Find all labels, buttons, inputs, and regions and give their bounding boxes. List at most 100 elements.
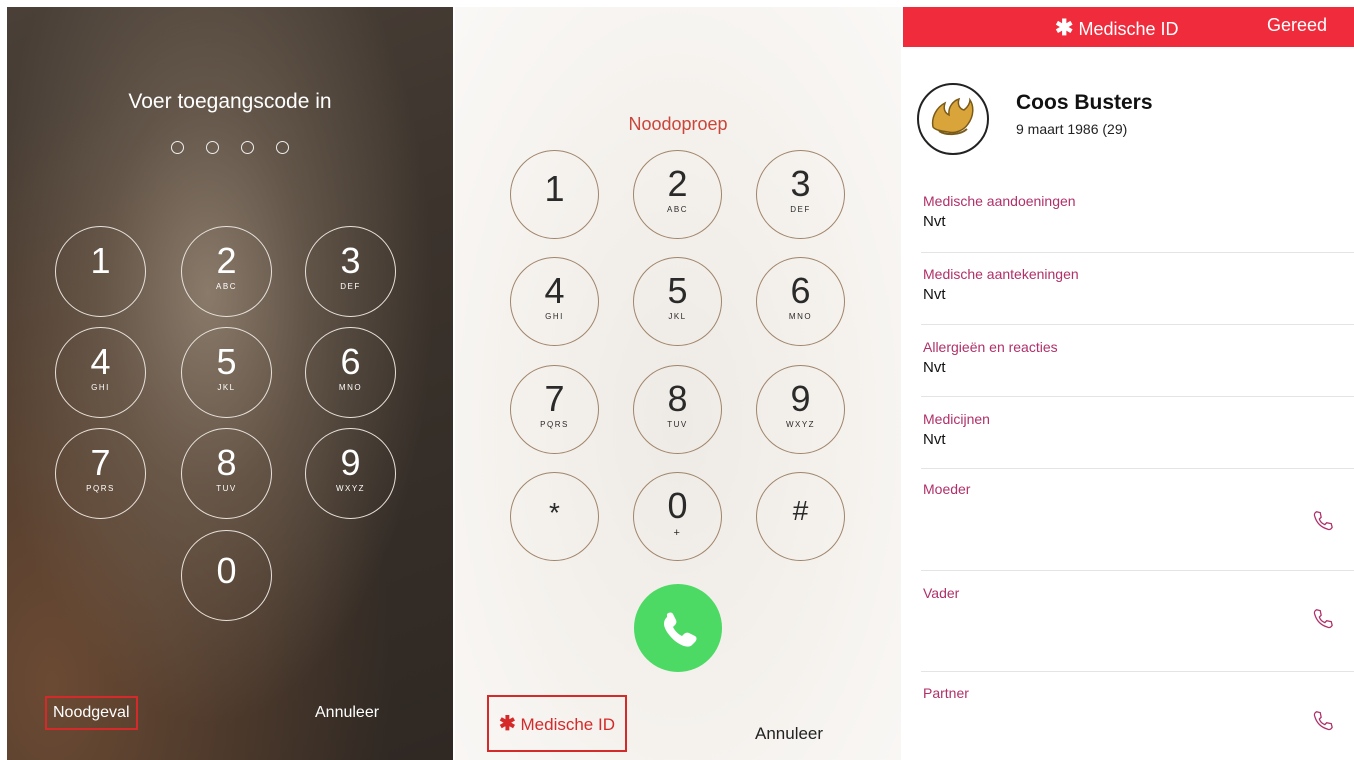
key-letters: TUV — [667, 420, 688, 429]
header-title: ✱ Medische ID — [1055, 15, 1179, 41]
key-digit: 2 — [216, 240, 237, 281]
dial-key-6[interactable]: 6 MNO — [756, 257, 845, 346]
keypad-key-3[interactable]: 3 DEF — [305, 226, 396, 317]
keypad-key-7[interactable]: 7 PQRS — [55, 428, 146, 519]
dial-key-star[interactable]: * — [510, 472, 599, 561]
section-allergies: Allergieën en reacties Nvt — [923, 339, 1354, 376]
emergency-button[interactable]: Noodgeval — [45, 696, 138, 730]
dial-key-5[interactable]: 5 JKL — [633, 257, 722, 346]
dial-key-9[interactable]: 9 WXYZ — [756, 365, 845, 454]
dial-key-hash[interactable]: # — [756, 472, 845, 561]
key-letters: WXYZ — [785, 420, 816, 429]
asterisk-icon: ✱ — [499, 713, 516, 735]
medical-id-panel: ✱ Medische ID Gereed Coos Busters 9 maar… — [903, 7, 1354, 760]
key-digit: 4 — [544, 270, 565, 311]
keypad-key-8[interactable]: 8 TUV — [181, 428, 272, 519]
key-digit: * — [549, 497, 560, 528]
dial-key-0[interactable]: 0 + — [633, 472, 722, 561]
divider — [921, 570, 1354, 571]
section-conditions: Medische aandoeningen Nvt — [923, 193, 1354, 230]
dial-key-1[interactable]: 1 — [510, 150, 599, 239]
dial-key-7[interactable]: 7 PQRS — [510, 365, 599, 454]
keypad-key-5[interactable]: 5 JKL — [181, 327, 272, 418]
section-value: Nvt — [923, 286, 946, 303]
key-digit: 0 — [216, 550, 237, 591]
keypad-key-0[interactable]: 0 — [181, 530, 272, 621]
key-digit: 8 — [216, 442, 237, 483]
profile-birthdate: 9 maart 1986 (29) — [1016, 121, 1128, 137]
key-digit: 6 — [340, 341, 361, 382]
key-digit: 8 — [667, 378, 688, 419]
asterisk-icon: ✱ — [1055, 15, 1074, 40]
section-notes: Medische aantekeningen Nvt — [923, 266, 1354, 303]
passcode-dot — [241, 141, 254, 154]
key-letters: JKL — [217, 383, 236, 392]
profile-name: Coos Busters — [1016, 91, 1153, 114]
dial-key-8[interactable]: 8 TUV — [633, 365, 722, 454]
key-letters: PQRS — [540, 420, 569, 429]
phone-icon — [664, 612, 697, 647]
passcode-dots — [7, 141, 453, 159]
medical-id-button[interactable]: ✱ Medische ID — [487, 695, 627, 752]
key-digit: 7 — [90, 442, 111, 483]
contact-mother[interactable]: Moeder — [923, 481, 1354, 497]
key-letters: + — [673, 527, 682, 539]
key-letters: DEF — [790, 205, 811, 214]
phone-icon[interactable] — [1312, 509, 1334, 531]
section-medications: Medicijnen Nvt — [923, 411, 1354, 448]
key-letters: WXYZ — [335, 484, 366, 493]
key-digit: 9 — [340, 442, 361, 483]
divider — [921, 396, 1354, 397]
divider — [921, 324, 1354, 325]
keypad-key-9[interactable]: 9 WXYZ — [305, 428, 396, 519]
key-letters: MNO — [788, 312, 813, 321]
key-digit: 1 — [90, 240, 111, 281]
keypad-key-4[interactable]: 4 GHI — [55, 327, 146, 418]
cancel-button[interactable]: Annuleer — [315, 696, 379, 730]
keypad-key-1[interactable]: 1 — [55, 226, 146, 317]
emblem-icon — [931, 97, 974, 136]
key-digit: # — [792, 495, 809, 526]
call-button[interactable] — [634, 584, 722, 672]
key-digit: 4 — [90, 341, 111, 382]
medical-id-header: ✱ Medische ID Gereed — [903, 7, 1354, 47]
key-letters: ABC — [216, 282, 237, 291]
keypad-key-2[interactable]: 2 ABC — [181, 226, 272, 317]
section-label: Medische aantekeningen — [923, 266, 1079, 282]
key-digit: 6 — [790, 270, 811, 311]
key-letters: ABC — [667, 205, 688, 214]
key-digit: 3 — [340, 240, 361, 281]
key-digit: 0 — [667, 485, 688, 526]
phone-icon[interactable] — [1312, 709, 1334, 731]
key-digit: 9 — [790, 378, 811, 419]
key-digit: 5 — [667, 270, 688, 311]
key-letters: JKL — [668, 312, 687, 321]
passcode-dot — [171, 141, 184, 154]
section-label: Allergieën en reacties — [923, 339, 1058, 355]
cancel-button[interactable]: Annuleer — [755, 724, 823, 744]
phone-icon[interactable] — [1312, 607, 1334, 629]
header-title-text: Medische ID — [1078, 19, 1179, 39]
key-letters: GHI — [545, 312, 564, 321]
keypad-key-6[interactable]: 6 MNO — [305, 327, 396, 418]
section-value: Nvt — [923, 213, 946, 230]
key-letters: GHI — [91, 383, 110, 392]
passcode-dot — [276, 141, 289, 154]
section-value: Nvt — [923, 359, 946, 376]
key-letters: DEF — [340, 282, 361, 291]
medical-id-label: Medische ID — [520, 715, 615, 734]
contact-partner[interactable]: Partner — [923, 685, 1354, 701]
section-value: Nvt — [923, 431, 946, 448]
key-digit: 1 — [544, 168, 565, 209]
done-button[interactable]: Gereed — [1267, 15, 1327, 36]
key-letters: MNO — [338, 383, 363, 392]
contact-label: Partner — [923, 685, 969, 701]
contact-father[interactable]: Vader — [923, 585, 1354, 601]
emergency-dialer-panel: Noodoproep 1 2 ABC 3 DEF 4 GHI 5 JKL 6 MNO 7P… — [455, 7, 901, 760]
dialer-title: Noodoproep — [628, 114, 728, 134]
dial-key-3[interactable]: 3 DEF — [756, 150, 845, 239]
dial-key-4[interactable]: 4 GHI — [510, 257, 599, 346]
dial-key-2[interactable]: 2 ABC — [633, 150, 722, 239]
passcode-dot — [206, 141, 219, 154]
lockscreen-panel: Voer toegangscode in 1 2 ABC 3 DEF 4 GHI 5J… — [7, 7, 453, 760]
